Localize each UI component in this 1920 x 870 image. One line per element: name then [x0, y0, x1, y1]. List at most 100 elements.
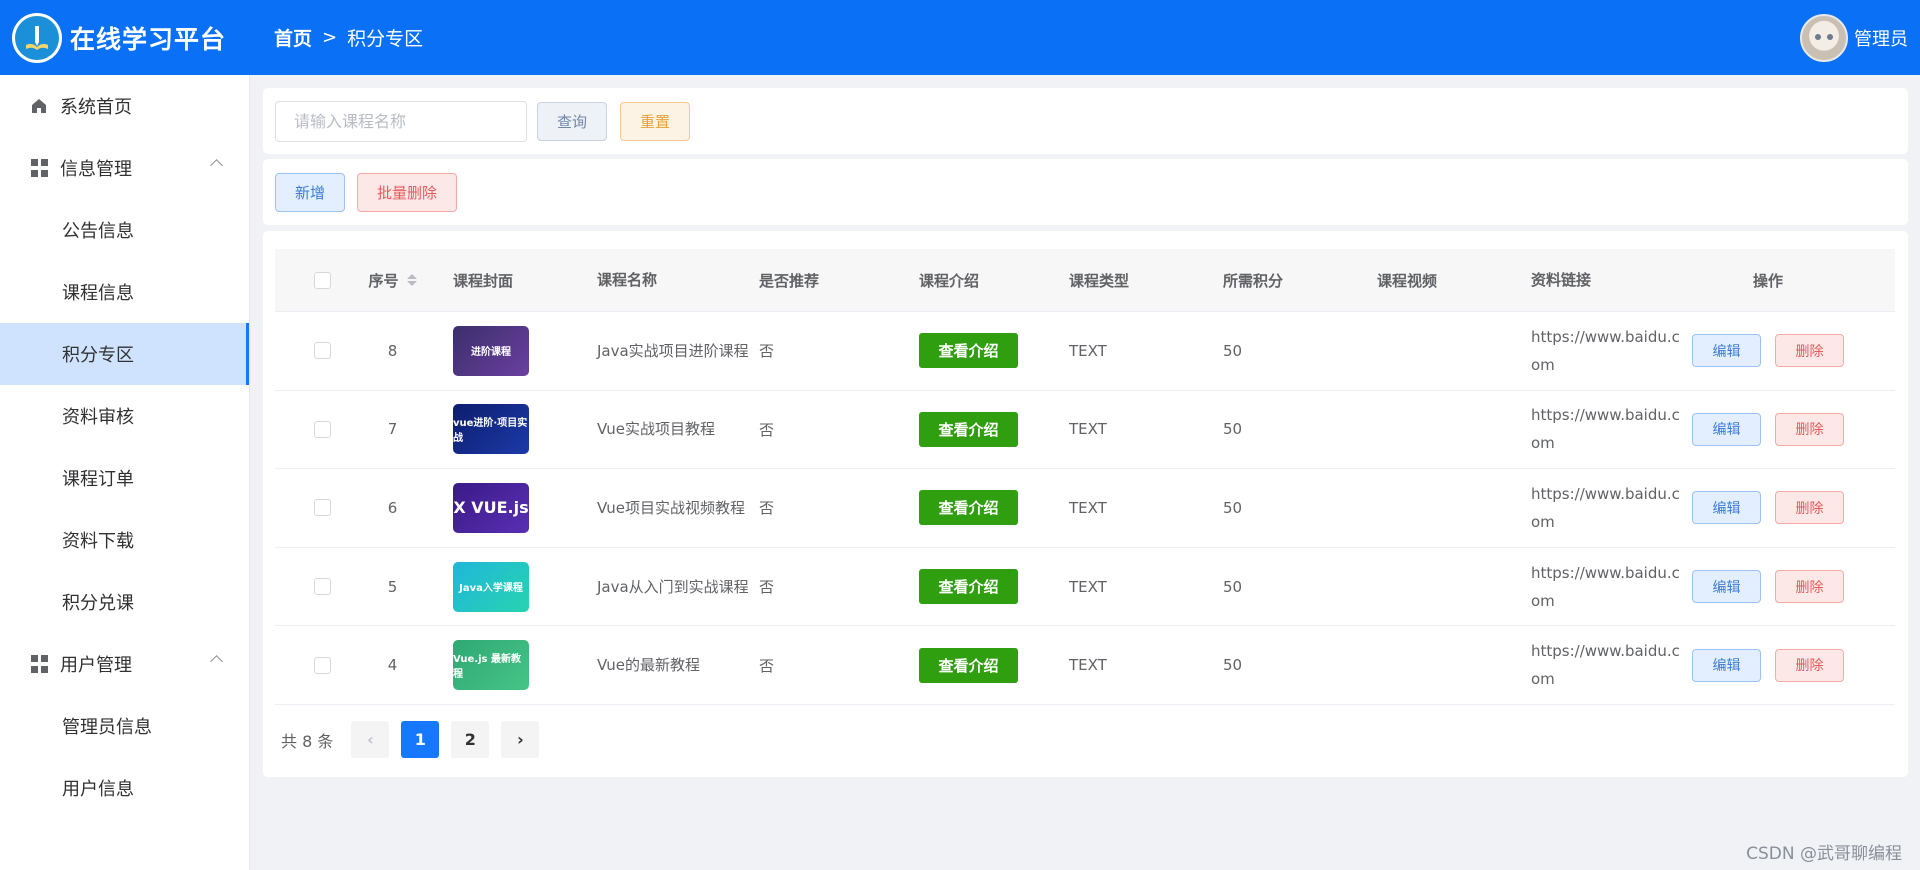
- view-intro-button[interactable]: 查看介绍: [919, 490, 1018, 526]
- query-button[interactable]: 查询: [537, 102, 607, 141]
- brand[interactable]: 在线学习平台: [12, 12, 260, 63]
- cell-type: TEXT: [1069, 577, 1107, 596]
- cell-link: https://www.baidu.com: [1531, 642, 1680, 689]
- cell-points: 50: [1223, 656, 1243, 675]
- sidebar-item-admin-info[interactable]: 管理员信息: [0, 695, 249, 757]
- page-button-1[interactable]: 1: [401, 721, 440, 758]
- cell-recommend: 否: [759, 342, 775, 361]
- sidebar-item-label: 资料下载: [62, 531, 134, 552]
- cell-link: https://www.baidu.com: [1531, 406, 1680, 453]
- row-checkbox[interactable]: [314, 499, 331, 517]
- breadcrumb-home[interactable]: 首页: [274, 24, 312, 51]
- course-cover-image[interactable]: vue进阶·项目实战: [453, 404, 529, 455]
- page-button-2[interactable]: 2: [451, 721, 490, 758]
- sidebar-item-label: 积分专区: [62, 345, 134, 366]
- cell-name: Vue实战项目教程: [597, 420, 715, 439]
- cell-seq: 4: [387, 656, 398, 675]
- row-checkbox[interactable]: [314, 656, 331, 674]
- batch-delete-button[interactable]: 批量删除: [357, 173, 457, 212]
- cell-seq: 5: [387, 577, 398, 596]
- sidebar-item-material-download[interactable]: 资料下载: [0, 509, 249, 571]
- column-header-actions: 操作: [1752, 271, 1783, 290]
- cell-points: 50: [1223, 420, 1243, 439]
- course-cover-image[interactable]: 进阶课程: [453, 325, 529, 376]
- edit-button[interactable]: 编辑: [1692, 648, 1761, 682]
- edit-button[interactable]: 编辑: [1692, 491, 1761, 525]
- edit-button[interactable]: 编辑: [1692, 334, 1761, 368]
- table-row: 7 vue进阶·项目实战 Vue实战项目教程 否 查看介绍 TEXT 50 ht…: [275, 391, 1895, 470]
- breadcrumb: 首页 > 积分专区: [274, 24, 423, 51]
- user-name[interactable]: 管理员: [1854, 25, 1908, 51]
- sidebar-item-course-orders[interactable]: 课程订单: [0, 447, 249, 509]
- prev-page-button[interactable]: ‹: [351, 721, 390, 758]
- cell-link: https://www.baidu.com: [1531, 563, 1680, 610]
- sidebar: 系统首页 信息管理 公告信息 课程信息 积分专区 资料审核 课程订单 资料下载 …: [0, 75, 250, 870]
- table-row: 4 Vue.js 最新教程 Vue的最新教程 否 查看介绍 TEXT 50 ht…: [275, 626, 1895, 705]
- data-table: 序号 课程封面 课程名称 是否推荐 课程介绍 课程类型 所需积分 课程视频 资料…: [275, 249, 1895, 705]
- row-checkbox[interactable]: [314, 420, 331, 438]
- edit-button[interactable]: 编辑: [1692, 570, 1761, 604]
- cell-recommend: 否: [759, 420, 775, 439]
- avatar[interactable]: [1800, 14, 1848, 62]
- view-intro-button[interactable]: 查看介绍: [919, 411, 1018, 447]
- row-checkbox[interactable]: [314, 342, 331, 360]
- sidebar-group-users[interactable]: 用户管理: [0, 633, 249, 695]
- search-input[interactable]: [275, 101, 527, 142]
- sidebar-item-label: 管理员信息: [62, 717, 152, 738]
- cell-name: Vue的最新教程: [597, 656, 700, 675]
- sidebar-item-home[interactable]: 系统首页: [0, 75, 249, 137]
- sidebar-item-label: 信息管理: [60, 159, 132, 180]
- sidebar-item-points-zone[interactable]: 积分专区: [0, 323, 249, 385]
- sidebar-group-info[interactable]: 信息管理: [0, 137, 249, 199]
- cell-name: Java实战项目进阶课程: [597, 341, 749, 360]
- add-button[interactable]: 新增: [275, 173, 345, 212]
- delete-button[interactable]: 删除: [1775, 570, 1844, 604]
- sidebar-item-points-exchange[interactable]: 积分兑课: [0, 571, 249, 633]
- chevron-up-icon: [210, 159, 223, 172]
- cell-type: TEXT: [1069, 656, 1107, 675]
- cell-link: https://www.baidu.com: [1531, 327, 1680, 374]
- sidebar-item-label: 资料审核: [62, 407, 134, 428]
- sidebar-item-user-info[interactable]: 用户信息: [0, 757, 249, 819]
- reset-button[interactable]: 重置: [620, 102, 690, 141]
- edit-button[interactable]: 编辑: [1692, 412, 1761, 446]
- pagination: 共 8 条 ‹ 1 2 ›: [281, 721, 551, 758]
- sidebar-item-label: 课程订单: [62, 469, 134, 490]
- delete-button[interactable]: 删除: [1775, 491, 1844, 525]
- view-intro-button[interactable]: 查看介绍: [919, 647, 1018, 683]
- cell-points: 50: [1223, 341, 1243, 360]
- cell-type: TEXT: [1069, 420, 1107, 439]
- row-checkbox[interactable]: [314, 578, 331, 596]
- column-header-link: 资料链接: [1531, 271, 1592, 289]
- delete-button[interactable]: 删除: [1775, 648, 1844, 682]
- column-header-seq[interactable]: 序号: [350, 270, 435, 291]
- app-title: 在线学习平台: [70, 24, 227, 54]
- view-intro-button[interactable]: 查看介绍: [919, 569, 1018, 605]
- delete-button[interactable]: 删除: [1775, 334, 1844, 368]
- top-header: 在线学习平台 首页 > 积分专区 管理员: [0, 0, 1920, 75]
- sidebar-item-course[interactable]: 课程信息: [0, 261, 249, 323]
- course-cover-image[interactable]: Vue.js 最新教程: [453, 640, 529, 691]
- search-bar: 查询 重置: [263, 88, 1908, 154]
- table-card: 序号 课程封面 课程名称 是否推荐 课程介绍 课程类型 所需积分 课程视频 资料…: [263, 231, 1908, 777]
- sidebar-item-notice[interactable]: 公告信息: [0, 199, 249, 261]
- sidebar-item-material-review[interactable]: 资料审核: [0, 385, 249, 447]
- sidebar-item-label: 用户管理: [60, 655, 132, 676]
- delete-button[interactable]: 删除: [1775, 412, 1844, 446]
- cell-seq: 7: [387, 420, 398, 439]
- user-menu[interactable]: 管理员: [1800, 14, 1908, 62]
- cell-recommend: 否: [759, 499, 775, 518]
- sort-icon[interactable]: [406, 274, 417, 286]
- view-intro-button[interactable]: 查看介绍: [919, 333, 1018, 369]
- chevron-up-icon: [210, 655, 223, 668]
- select-all-checkbox[interactable]: [314, 271, 331, 289]
- toolbar: 新增 批量删除: [263, 159, 1908, 225]
- column-header-recommend: 是否推荐: [759, 271, 820, 290]
- cell-name: Vue项目实战视频教程: [597, 498, 745, 517]
- next-page-button[interactable]: ›: [501, 721, 540, 758]
- course-cover-image[interactable]: Java入学课程: [453, 561, 529, 612]
- column-header-cover: 课程封面: [453, 271, 514, 290]
- column-header-video: 课程视频: [1377, 271, 1438, 290]
- course-cover-image[interactable]: X VUE.js: [453, 482, 529, 533]
- sidebar-item-label: 用户信息: [62, 779, 134, 800]
